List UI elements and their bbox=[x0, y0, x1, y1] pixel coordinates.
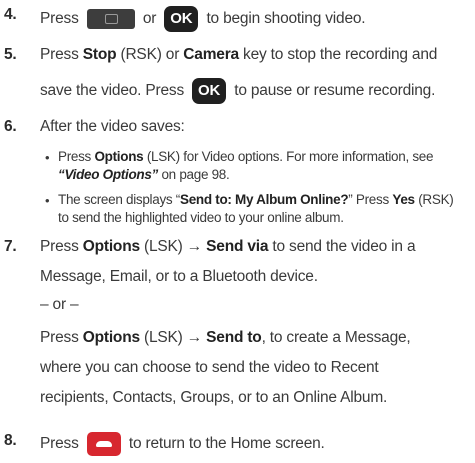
bold-run: Send via bbox=[206, 238, 269, 255]
text-run: Press bbox=[58, 149, 95, 164]
ok-key-icon: OK bbox=[164, 6, 199, 32]
bold-run: Send to: My Album Online? bbox=[180, 192, 349, 207]
step-text: After the video saves: bbox=[40, 118, 185, 135]
bold-run: Options bbox=[94, 149, 144, 164]
step-text: Press Options (LSK) → Send via to send t… bbox=[40, 238, 416, 256]
text-run: to send the video in a bbox=[268, 238, 416, 255]
bold-run: Stop bbox=[82, 46, 117, 63]
step-text: Press Stop (RSK) or Camera key to stop t… bbox=[40, 46, 437, 64]
step-text: recipients, Contacts, Groups, or to an O… bbox=[40, 389, 388, 406]
text-run: on page 98. bbox=[158, 167, 230, 182]
step-text: Message, Email, or to a Bluetooth device… bbox=[40, 268, 318, 285]
step-text: where you can choose to send the video t… bbox=[40, 359, 379, 376]
step-number: 4. bbox=[4, 6, 17, 23]
step-text: Press to return to the Home screen. bbox=[40, 432, 325, 456]
text-run: Press bbox=[40, 46, 83, 63]
bullet-dot: • bbox=[45, 150, 50, 165]
text-run: to pause or resume recording. bbox=[234, 82, 436, 100]
text-run: to send the highlighted video to your on… bbox=[58, 210, 344, 225]
text-run: , to create a Message, bbox=[261, 329, 411, 346]
text-run: Press bbox=[40, 435, 79, 453]
step-text: Press Options (LSK) → Send to, to create… bbox=[40, 329, 411, 347]
text-run: Press bbox=[40, 238, 83, 255]
step-number: 8. bbox=[4, 432, 17, 449]
italic-run: “Video Options” bbox=[58, 167, 158, 182]
step-text: save the video. Press OK to pause or res… bbox=[40, 78, 435, 104]
text-run: or bbox=[142, 10, 157, 28]
text-run: (LSK) → bbox=[139, 329, 207, 346]
or-separator: – or – bbox=[40, 296, 79, 313]
text-run: to begin shooting video. bbox=[206, 10, 366, 28]
text-run: (RSK) or bbox=[116, 46, 184, 63]
step-number: 7. bbox=[4, 238, 17, 255]
bullet-text: to send the highlighted video to your on… bbox=[58, 210, 344, 225]
bold-run: Camera bbox=[183, 46, 239, 63]
bullet-text: Press Options (LSK) for Video options. F… bbox=[58, 149, 434, 164]
text-run: Press bbox=[40, 10, 79, 28]
text-run: ” Press bbox=[348, 192, 393, 207]
bullet-dot: • bbox=[45, 193, 50, 208]
camera-key-icon bbox=[86, 9, 135, 29]
text-run: to return to the Home screen. bbox=[128, 435, 325, 453]
text-run: The screen displays “ bbox=[58, 192, 181, 207]
text-run: Press bbox=[40, 329, 83, 346]
bold-run: Send to bbox=[206, 329, 262, 346]
bold-run: Yes bbox=[392, 192, 415, 207]
bullet-text: The screen displays “Send to: My Album O… bbox=[58, 192, 454, 207]
end-call-key-icon bbox=[86, 432, 121, 456]
text-run: (LSK) for Video options. For more inform… bbox=[143, 149, 434, 164]
step-number: 6. bbox=[4, 118, 17, 135]
ok-key-icon: OK bbox=[192, 78, 227, 104]
bold-run: Options bbox=[82, 329, 140, 346]
text-run: key to stop the recording and bbox=[238, 46, 438, 63]
bold-run: Options bbox=[82, 238, 140, 255]
bullet-text: “Video Options” on page 98. bbox=[58, 167, 230, 182]
text-run: (LSK) → bbox=[139, 238, 207, 255]
text-run: (RSK) bbox=[414, 192, 454, 207]
step-number: 5. bbox=[4, 46, 17, 63]
step-text: Press or OK to begin shooting video. bbox=[40, 6, 366, 32]
text-run: save the video. Press bbox=[40, 82, 184, 100]
